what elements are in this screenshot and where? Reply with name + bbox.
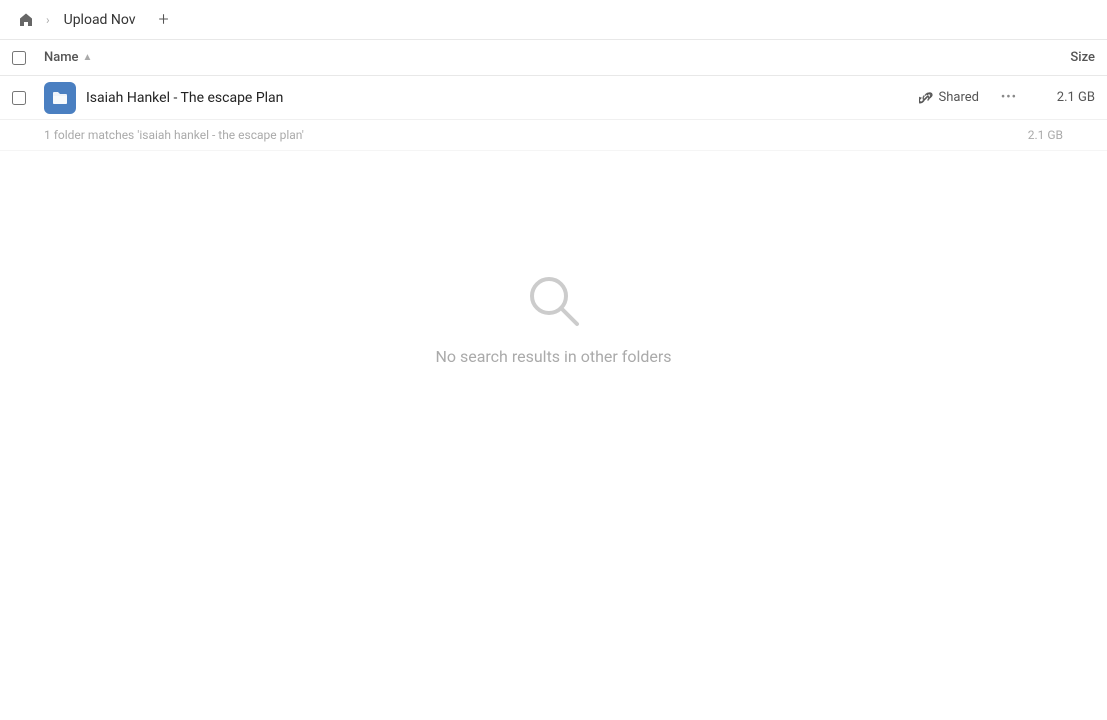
name-column-header[interactable]: Name ▲: [44, 50, 1015, 65]
shared-label: Shared: [939, 90, 979, 105]
summary-row: 1 folder matches 'isaiah hankel - the es…: [0, 120, 1107, 151]
folder-icon: [44, 82, 76, 114]
row-checkbox[interactable]: [12, 91, 26, 105]
breadcrumb-separator: ›: [46, 13, 50, 27]
shared-badge: Shared: [919, 90, 979, 105]
no-results-text: No search results in other folders: [435, 347, 671, 366]
file-size: 2.1 GB: [1035, 90, 1095, 105]
no-results-icon: [524, 271, 584, 331]
file-name: Isaiah Hankel - The escape Plan: [86, 90, 919, 106]
column-headers: Name ▲ Size: [0, 40, 1107, 76]
summary-size: 2.1 GB: [1028, 128, 1063, 142]
empty-state: No search results in other folders: [0, 151, 1107, 366]
summary-text: 1 folder matches 'isaiah hankel - the es…: [44, 128, 1028, 142]
link-icon: [919, 91, 933, 105]
size-column-header: Size: [1015, 50, 1095, 65]
select-all-checkbox-col: [12, 51, 44, 65]
select-all-checkbox[interactable]: [12, 51, 26, 65]
file-row[interactable]: Isaiah Hankel - The escape Plan Shared •…: [0, 76, 1107, 120]
more-options-button[interactable]: •••: [995, 84, 1023, 112]
breadcrumb-upload-nov[interactable]: Upload Nov: [56, 8, 144, 32]
top-bar: › Upload Nov +: [0, 0, 1107, 40]
row-checkbox-col: [12, 91, 44, 105]
home-button[interactable]: [12, 6, 40, 34]
sort-arrow-icon: ▲: [83, 52, 93, 63]
add-button[interactable]: +: [150, 6, 178, 34]
